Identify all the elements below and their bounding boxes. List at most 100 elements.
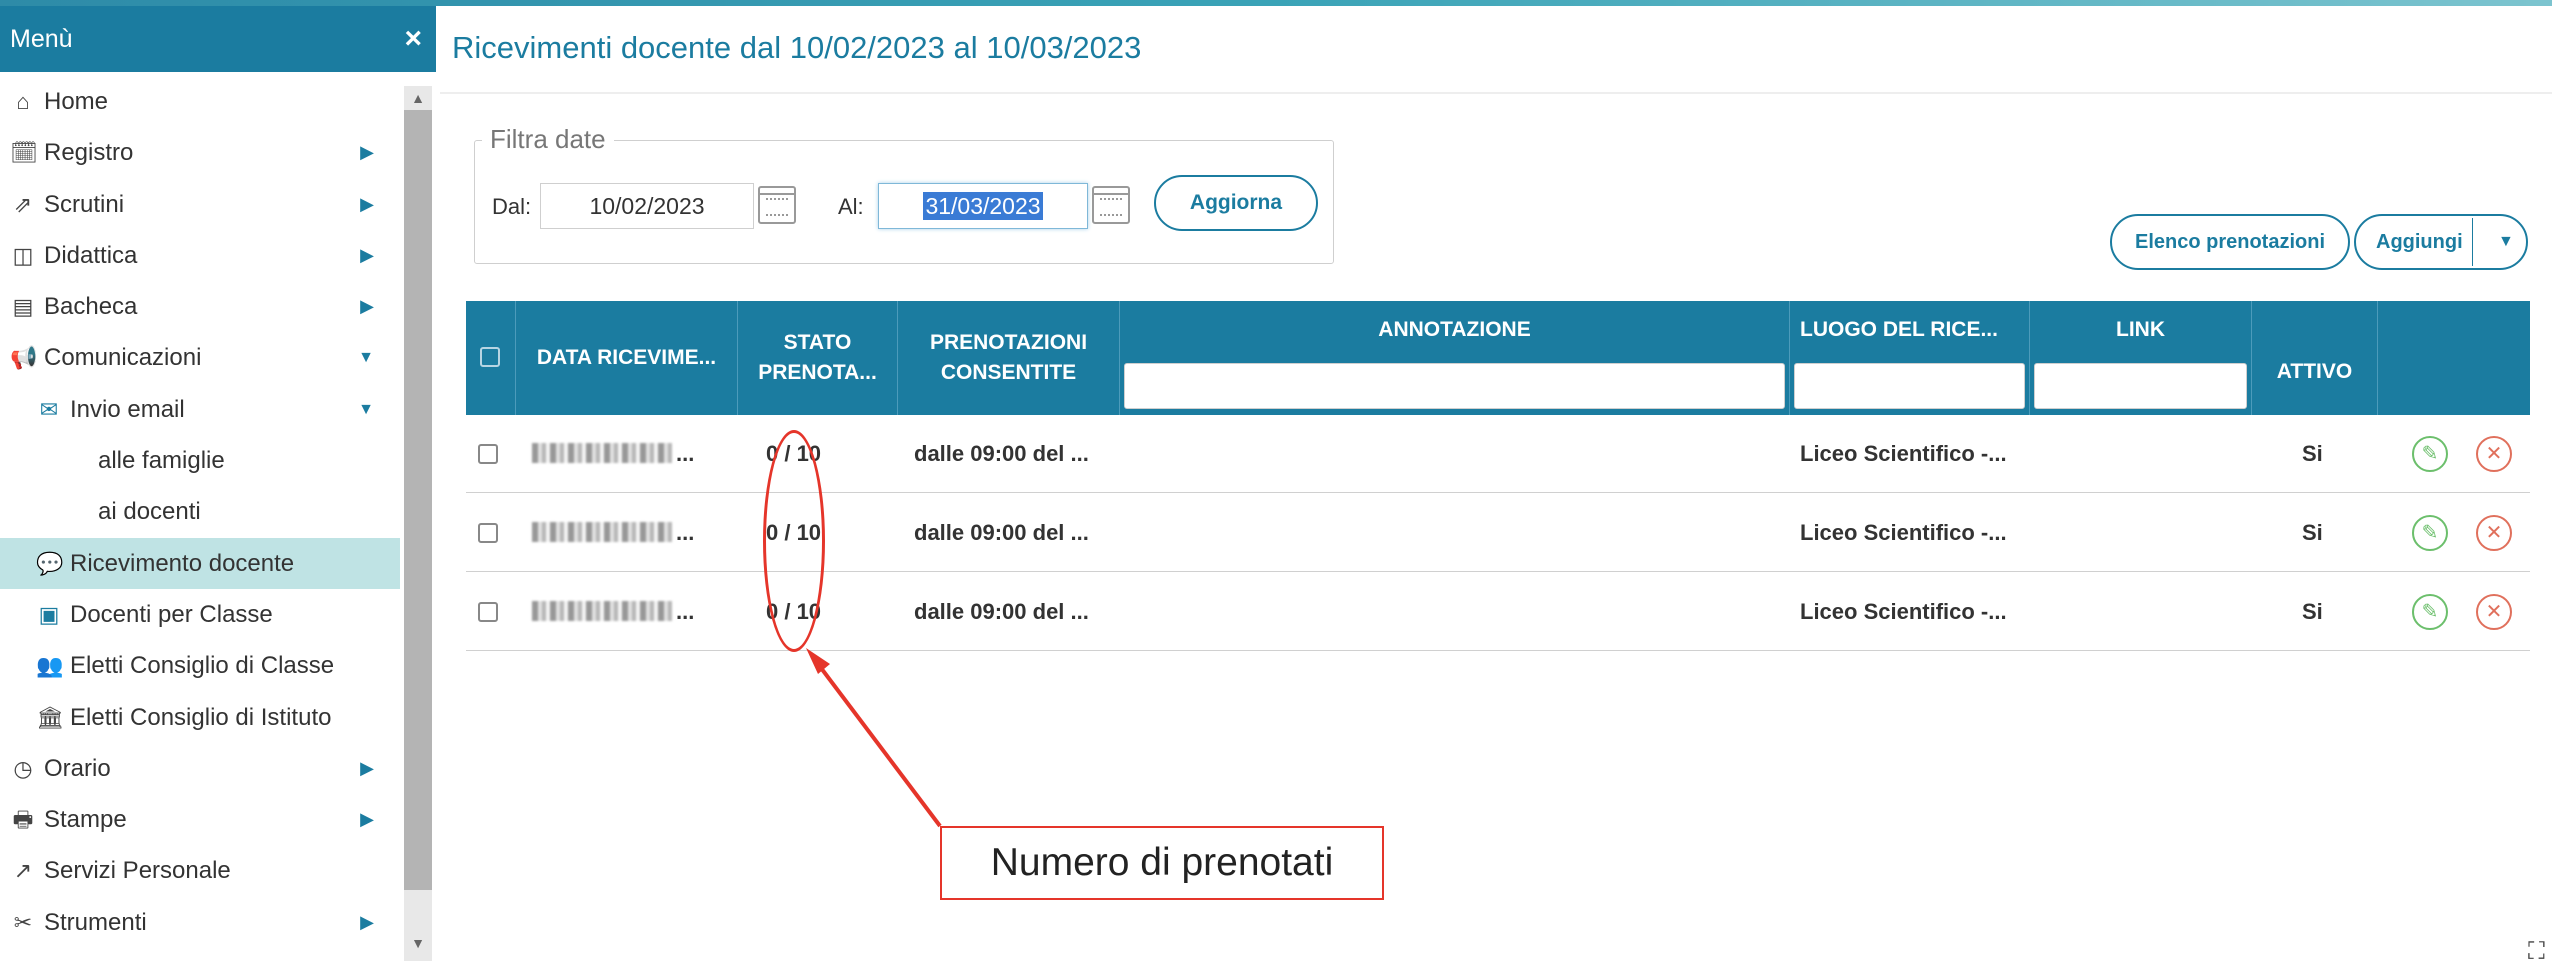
to-date-input[interactable]: 31/03/2023 [878, 183, 1088, 229]
sidebar-item-stampe[interactable]: 🖶 Stampe ▶ [0, 794, 400, 845]
caret-right-icon: ▶ [360, 193, 374, 214]
active-cell: Si [2302, 441, 2323, 466]
col-status[interactable]: STATO PRENOTA... [738, 301, 898, 415]
scroll-up-icon[interactable]: ▲ [404, 86, 432, 110]
active-cell: Si [2302, 520, 2323, 545]
users-card-icon: ▣ [38, 601, 60, 627]
calendar-icon[interactable] [1092, 186, 1130, 224]
to-label: Al: [838, 194, 864, 219]
split-divider [2472, 218, 2473, 266]
edit-icon[interactable]: ✎ [2412, 594, 2448, 630]
col-place[interactable]: LUOGO DEL RICE... [1790, 301, 2030, 415]
page-title: Ricevimenti docente dal 10/02/2023 al 10… [452, 30, 1142, 65]
menu-title: Menù [10, 25, 73, 53]
caret-right-icon: ▶ [360, 142, 374, 163]
share-icon: ↗ [13, 858, 33, 884]
col-date[interactable]: DATA RICEVIME... [516, 301, 738, 415]
booking-list-button[interactable]: Elenco prenotazioni [2110, 214, 2350, 270]
col-note[interactable]: ANNOTAZIONE [1120, 301, 1790, 415]
annotation-ellipse [763, 430, 825, 652]
edit-icon[interactable]: ✎ [2412, 515, 2448, 551]
sidebar-item-eletti-consiglio-classe[interactable]: 👥 Eletti Consiglio di Classe [0, 640, 400, 691]
allowed-cell: dalle 09:00 del ... [914, 520, 1089, 545]
comments-icon: 💬 [36, 550, 64, 576]
place-cell: Liceo Scientifico -... [1800, 441, 2007, 466]
sidebar-item-comunicazioni[interactable]: 📢 Comunicazioni ▼ [0, 332, 400, 383]
allowed-cell: dalle 09:00 del ... [914, 441, 1089, 466]
delete-icon[interactable]: ✕ [2476, 594, 2512, 630]
sidebar-item-alle-famiglie[interactable]: alle famiglie [0, 435, 400, 486]
bullhorn-icon: 📢 [10, 345, 38, 371]
from-date-input[interactable]: 10/02/2023 [540, 183, 754, 229]
home-icon: ⌂ [16, 89, 30, 114]
sidebar-item-servizi-personale[interactable]: ↗ Servizi Personale [0, 845, 400, 896]
row-checkbox[interactable] [478, 444, 498, 464]
delete-icon[interactable]: ✕ [2476, 515, 2512, 551]
sidebar-scroll-thumb[interactable] [404, 110, 432, 890]
print-icon: 🖶 [12, 807, 34, 833]
caret-down-icon: ▼ [358, 349, 374, 367]
calendar-check-icon: 🗓 [10, 140, 38, 166]
fullscreen-icon[interactable]: ⛶ [2528, 938, 2548, 966]
caret-right-icon: ▶ [360, 809, 374, 830]
date-cell: ... [676, 441, 695, 466]
sidebar-item-registro[interactable]: 🗓 Registro ▶ [0, 127, 400, 178]
col-link[interactable]: LINK [2030, 301, 2252, 415]
allowed-cell: dalle 09:00 del ... [914, 599, 1089, 624]
scroll-down-icon[interactable]: ▼ [404, 931, 432, 955]
calendar-icon[interactable] [758, 186, 796, 224]
from-label: Dal: [492, 194, 532, 219]
to-date-value: 31/03/2023 [923, 192, 1043, 220]
filter-legend: Filtra date [482, 124, 614, 155]
date-cell: ... [676, 599, 695, 624]
sidebar-item-bacheca[interactable]: ▤ Bacheca ▶ [0, 281, 400, 332]
col-allowed[interactable]: PRENOTAZIONI CONSENTITE [898, 301, 1120, 415]
sidebar-item-eletti-consiglio-istituto[interactable]: 🏛 Eletti Consiglio di Istituto [0, 692, 400, 743]
caret-right-icon: ▶ [360, 296, 374, 317]
redacted-date [532, 601, 672, 621]
sidebar-item-home[interactable]: ⌂ Home [0, 76, 400, 127]
sidebar-item-ricevimento-docente[interactable]: 💬 Ricevimento docente [0, 537, 400, 589]
sidebar-item-invio-email[interactable]: ✉ Invio email ▼ [0, 384, 400, 435]
edit-icon[interactable]: ✎ [2412, 436, 2448, 472]
divider [440, 92, 2552, 94]
col-active[interactable]: ATTIVO [2252, 301, 2378, 415]
link-filter-input[interactable] [2034, 363, 2247, 409]
row-checkbox[interactable] [478, 602, 498, 622]
active-cell: Si [2302, 599, 2323, 624]
sidebar: Menù × ⌂ Home 🗓 Registro ▶ ⇗ Scrutini ▶ ◫ Di… [0, 6, 436, 966]
menu-list: ⌂ Home 🗓 Registro ▶ ⇗ Scrutini ▶ ◫ Didattica… [0, 76, 400, 948]
book-icon: ◫ [12, 242, 34, 268]
sidebar-item-scrutini[interactable]: ⇗ Scrutini ▶ [0, 179, 400, 230]
caret-down-icon: ▼ [358, 400, 374, 418]
redacted-date [532, 522, 672, 542]
tools-icon: ✂ [13, 909, 33, 935]
caret-down-icon[interactable]: ▼ [2498, 216, 2514, 268]
close-icon[interactable]: × [404, 6, 422, 72]
envelope-icon: ✉ [39, 396, 59, 422]
group-icon: 👥 [36, 653, 64, 679]
sidebar-item-strumenti[interactable]: ✂ Strumenti ▶ [0, 897, 400, 948]
institution-icon: 🏛 [36, 704, 64, 730]
delete-icon[interactable]: ✕ [2476, 436, 2512, 472]
header-select-all[interactable] [466, 301, 516, 415]
sidebar-item-orario[interactable]: ◷ Orario ▶ [0, 743, 400, 794]
caret-right-icon: ▶ [360, 911, 374, 932]
place-filter-input[interactable] [1794, 363, 2025, 409]
sidebar-item-didattica[interactable]: ◫ Didattica ▶ [0, 230, 400, 281]
newspaper-icon: ▤ [12, 294, 34, 320]
place-cell: Liceo Scientifico -... [1800, 599, 2007, 624]
sidebar-item-ai-docenti[interactable]: ai docenti [0, 486, 400, 537]
place-cell: Liceo Scientifico -... [1800, 520, 2007, 545]
export-icon: ⇗ [13, 191, 33, 217]
redacted-date [532, 443, 672, 463]
select-all-checkbox[interactable] [480, 347, 500, 367]
refresh-button[interactable]: Aggiorna [1154, 175, 1318, 231]
menu-header: Menù × [0, 6, 436, 72]
caret-right-icon: ▶ [360, 757, 374, 778]
table-header: DATA RICEVIME... STATO PRENOTA... PRENOT… [466, 301, 2530, 415]
sidebar-item-docenti-per-classe[interactable]: ▣ Docenti per Classe [0, 589, 400, 640]
note-filter-input[interactable] [1124, 363, 1785, 409]
add-button[interactable]: Aggiungi ▼ [2354, 214, 2528, 270]
row-checkbox[interactable] [478, 523, 498, 543]
